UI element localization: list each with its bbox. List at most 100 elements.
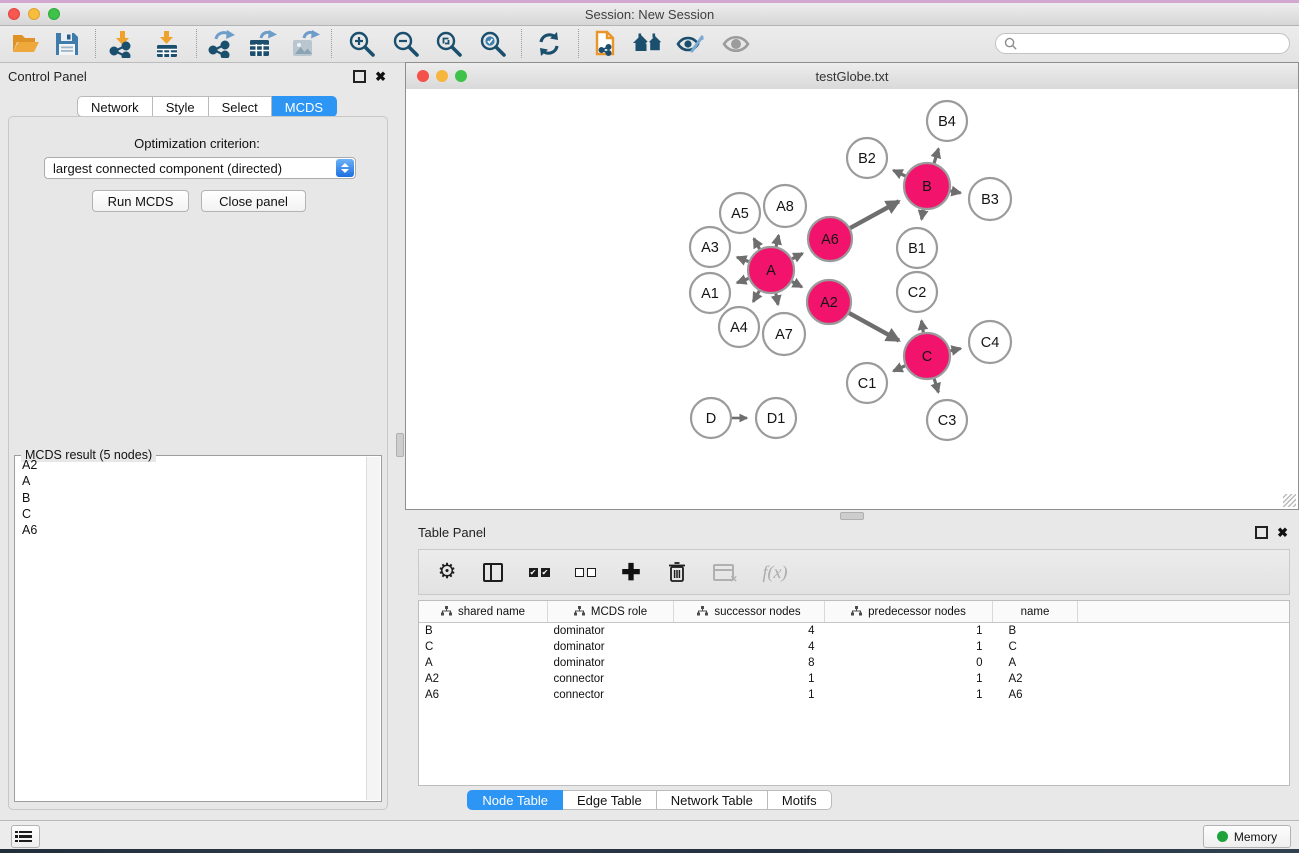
table-cell[interactable]: connector bbox=[548, 687, 674, 703]
delete-columns-button[interactable] bbox=[665, 560, 689, 584]
column-header-MCDS-role[interactable]: MCDS role bbox=[548, 601, 674, 623]
optimization-criterion-select[interactable]: largest connected component (directed) bbox=[44, 157, 356, 179]
table-cell[interactable]: A2 bbox=[419, 671, 548, 687]
float-table-panel-icon[interactable] bbox=[1255, 526, 1268, 539]
graph-edge-A-A4[interactable] bbox=[753, 291, 759, 302]
function-builder-button[interactable]: f(x) bbox=[757, 560, 793, 584]
table-cell[interactable]: A6 bbox=[419, 687, 548, 703]
control-tab-network[interactable]: Network bbox=[77, 96, 153, 117]
table-cell[interactable]: 1 bbox=[825, 639, 993, 655]
table-cell[interactable]: dominator bbox=[548, 623, 674, 640]
table-cell[interactable]: A6 bbox=[993, 687, 1078, 703]
search-input[interactable] bbox=[1022, 36, 1281, 52]
mcds-result-item[interactable]: A2 bbox=[16, 457, 367, 473]
column-header-name[interactable]: name bbox=[993, 601, 1078, 623]
table-cell[interactable]: 0 bbox=[825, 655, 993, 671]
table-cell[interactable]: C bbox=[419, 639, 548, 655]
horizontal-splitter-handle[interactable] bbox=[840, 512, 864, 520]
search-box[interactable] bbox=[995, 33, 1290, 54]
graph-edge-C-C3[interactable] bbox=[934, 379, 938, 392]
add-column-button[interactable]: ✚ bbox=[619, 560, 643, 584]
table-row[interactable]: A2connector11A2 bbox=[419, 671, 1289, 687]
open-session-button[interactable] bbox=[8, 28, 44, 60]
table-cell[interactable]: 4 bbox=[674, 623, 825, 640]
graph-edge-A-A2[interactable] bbox=[792, 282, 802, 287]
graph-edge-B-B4[interactable] bbox=[934, 149, 938, 163]
table-cell[interactable]: 1 bbox=[825, 623, 993, 640]
close-panel-icon[interactable]: ✖ bbox=[375, 71, 386, 82]
table-cell[interactable]: 1 bbox=[825, 671, 993, 687]
copy-network-view-button[interactable] bbox=[589, 28, 625, 60]
column-header-predecessor-nodes[interactable]: predecessor nodes bbox=[825, 601, 993, 623]
table-tab-node-table[interactable]: Node Table bbox=[467, 790, 563, 810]
zoom-fit-button[interactable] bbox=[431, 28, 467, 60]
mcds-result-item[interactable]: C bbox=[16, 506, 367, 522]
run-mcds-button[interactable]: Run MCDS bbox=[92, 190, 189, 212]
export-network-button[interactable] bbox=[203, 28, 239, 60]
graph-edge-A-A5[interactable] bbox=[754, 239, 760, 249]
show-home-layout-button[interactable] bbox=[630, 28, 666, 60]
control-tab-mcds[interactable]: MCDS bbox=[272, 96, 337, 117]
table-cell[interactable]: B bbox=[993, 623, 1078, 640]
table-cell[interactable]: dominator bbox=[548, 655, 674, 671]
zoom-out-button[interactable] bbox=[388, 28, 424, 60]
table-settings-button[interactable]: ⚙ bbox=[435, 560, 459, 584]
refresh-view-button[interactable] bbox=[531, 28, 567, 60]
export-table-button[interactable] bbox=[244, 28, 280, 60]
network-graph[interactable]: B4B2BB3A8A5A6A3B1AA1C2A2A4A7C4CC1C3DD1 bbox=[406, 89, 1298, 509]
table-cell[interactable]: 8 bbox=[674, 655, 825, 671]
save-session-button[interactable] bbox=[49, 28, 85, 60]
result-scrollbar[interactable] bbox=[366, 457, 380, 800]
graph-edge-B-B1[interactable] bbox=[922, 210, 924, 220]
mcds-result-item[interactable]: B bbox=[16, 490, 367, 506]
table-cell[interactable]: 1 bbox=[674, 671, 825, 687]
graph-edge-A2-C[interactable] bbox=[849, 313, 899, 341]
graph-edge-C-C2[interactable] bbox=[922, 321, 924, 333]
table-cell[interactable]: A bbox=[419, 655, 548, 671]
graph-edge-A-A3[interactable] bbox=[737, 257, 748, 261]
table-cell[interactable]: 4 bbox=[674, 639, 825, 655]
table-cell[interactable]: A bbox=[993, 655, 1078, 671]
graph-edge-B-B2[interactable] bbox=[893, 170, 905, 176]
graph-edge-A-A1[interactable] bbox=[737, 279, 748, 283]
table-row[interactable]: A6connector11A6 bbox=[419, 687, 1289, 703]
network-canvas[interactable]: B4B2BB3A8A5A6A3B1AA1C2A2A4A7C4CC1C3DD1 bbox=[406, 89, 1298, 509]
table-cell[interactable]: dominator bbox=[548, 639, 674, 655]
delete-table-button[interactable] bbox=[711, 560, 735, 584]
export-image-button[interactable] bbox=[287, 28, 323, 60]
table-tab-network-table[interactable]: Network Table bbox=[657, 790, 768, 810]
table-cell[interactable]: A2 bbox=[993, 671, 1078, 687]
close-panel-button[interactable]: Close panel bbox=[201, 190, 306, 212]
close-table-panel-icon[interactable]: ✖ bbox=[1277, 527, 1288, 538]
graph-edge-B-B3[interactable] bbox=[951, 191, 961, 193]
show-graphics-details-button[interactable] bbox=[718, 28, 754, 60]
zoom-selected-button[interactable] bbox=[475, 28, 511, 60]
mcds-result-item[interactable]: A bbox=[16, 473, 367, 489]
control-tab-select[interactable]: Select bbox=[209, 96, 272, 117]
import-table-button[interactable] bbox=[149, 28, 185, 60]
column-header-successor-nodes[interactable]: successor nodes bbox=[674, 601, 825, 623]
zoom-in-button[interactable] bbox=[344, 28, 380, 60]
control-tab-style[interactable]: Style bbox=[153, 96, 209, 117]
select-all-button[interactable]: ✔✔ bbox=[527, 560, 551, 584]
graph-edge-C-C1[interactable] bbox=[893, 366, 905, 371]
hide-graphics-details-button[interactable] bbox=[673, 28, 709, 60]
graph-edge-A6-B[interactable] bbox=[850, 201, 899, 228]
table-tab-motifs[interactable]: Motifs bbox=[768, 790, 832, 810]
table-cell[interactable]: 1 bbox=[674, 687, 825, 703]
mcds-result-item[interactable]: A6 bbox=[16, 522, 367, 538]
table-row[interactable]: Cdominator41C bbox=[419, 639, 1289, 655]
deselect-all-button[interactable] bbox=[573, 560, 597, 584]
memory-button[interactable]: Memory bbox=[1203, 825, 1291, 848]
graph-edge-A-A6[interactable] bbox=[792, 253, 802, 258]
resize-grip-icon[interactable] bbox=[1283, 494, 1296, 507]
vertical-splitter-handle[interactable] bbox=[396, 433, 404, 457]
table-cell[interactable]: B bbox=[419, 623, 548, 640]
column-header-shared-name[interactable]: shared name bbox=[419, 601, 548, 623]
table-cell[interactable]: connector bbox=[548, 671, 674, 687]
table-cell[interactable]: C bbox=[993, 639, 1078, 655]
table-cell[interactable]: 1 bbox=[825, 687, 993, 703]
table-row[interactable]: Adominator80A bbox=[419, 655, 1289, 671]
table-tab-edge-table[interactable]: Edge Table bbox=[563, 790, 657, 810]
show-columns-button[interactable] bbox=[481, 560, 505, 584]
